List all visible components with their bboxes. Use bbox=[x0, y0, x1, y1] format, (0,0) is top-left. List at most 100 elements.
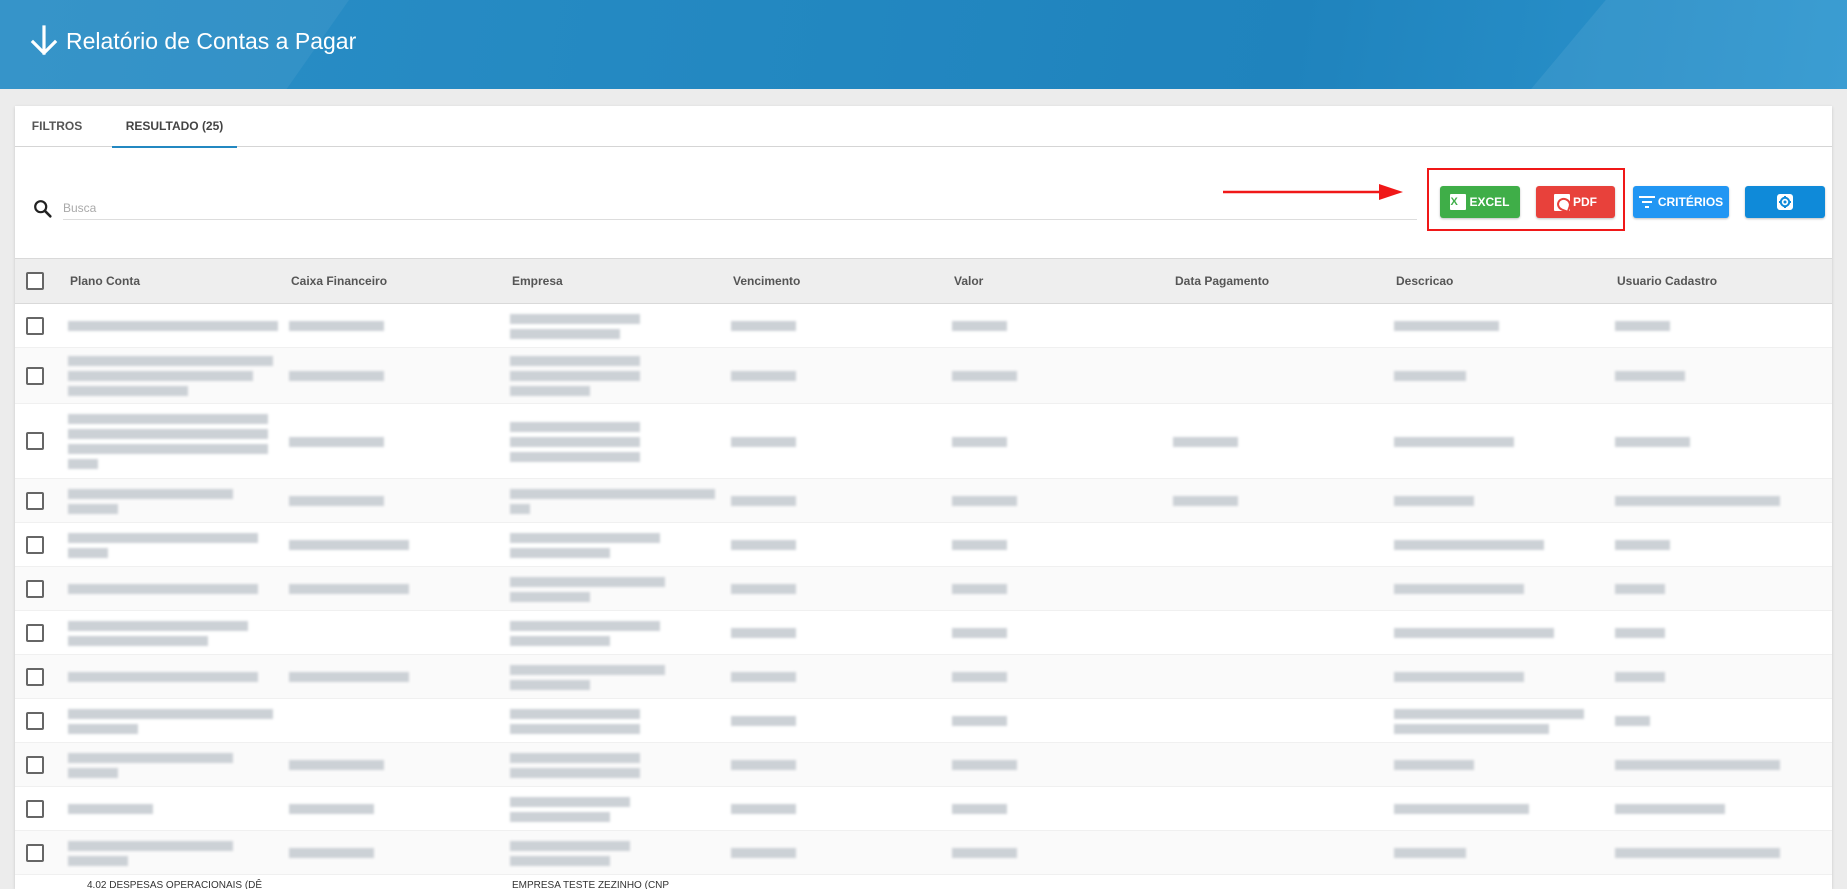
redacted-cell-text bbox=[1615, 371, 1685, 381]
redacted-cell-text bbox=[510, 811, 610, 822]
redacted-cell-text bbox=[1394, 540, 1544, 550]
redacted-cell-text bbox=[68, 635, 208, 646]
redacted-cell-text bbox=[510, 488, 715, 499]
redacted-cell-text bbox=[68, 708, 273, 719]
redacted-cell-text bbox=[1615, 672, 1665, 682]
table-row[interactable] bbox=[15, 523, 1832, 567]
row-checkbox[interactable] bbox=[26, 535, 44, 554]
row-checkbox[interactable] bbox=[26, 432, 44, 450]
redacted-cell-text bbox=[510, 386, 590, 396]
redacted-cell-text bbox=[289, 436, 384, 447]
search-input[interactable] bbox=[63, 196, 1417, 220]
row-checkbox[interactable] bbox=[26, 711, 44, 730]
redacted-cell-text bbox=[510, 436, 640, 447]
gear-icon bbox=[1777, 194, 1793, 210]
redacted-cell-text bbox=[510, 708, 640, 719]
column-header-data-pagamento[interactable]: Data Pagamento bbox=[1175, 259, 1269, 303]
redacted-cell-text bbox=[1394, 628, 1554, 638]
column-header-usuario-cadastro[interactable]: Usuario Cadastro bbox=[1617, 259, 1717, 303]
tab-bar: FILTROS RESULTADO (25) bbox=[15, 106, 1832, 148]
table-row[interactable] bbox=[15, 479, 1832, 523]
redacted-cell-text bbox=[68, 503, 118, 514]
search-icon bbox=[34, 200, 52, 218]
redacted-cell-text bbox=[68, 855, 128, 866]
column-header-valor[interactable]: Valor bbox=[954, 259, 983, 303]
table-row[interactable] bbox=[15, 787, 1832, 831]
row-checkbox[interactable] bbox=[26, 799, 44, 818]
table-row[interactable] bbox=[15, 567, 1832, 611]
redacted-cell-text bbox=[731, 672, 796, 682]
redacted-cell-text bbox=[1394, 436, 1514, 447]
row-checkbox[interactable] bbox=[26, 491, 44, 510]
column-header-empresa[interactable]: Empresa bbox=[512, 259, 563, 303]
row-checkbox[interactable] bbox=[26, 579, 44, 598]
row-checkbox[interactable] bbox=[26, 623, 44, 642]
table-row[interactable] bbox=[15, 348, 1832, 404]
tab-filtros[interactable]: FILTROS bbox=[25, 106, 89, 147]
redacted-cell-text bbox=[952, 672, 1007, 682]
redacted-cell-text bbox=[731, 628, 796, 638]
redacted-cell-text bbox=[1173, 436, 1238, 447]
row-checkbox[interactable] bbox=[26, 667, 44, 686]
redacted-cell-text bbox=[1394, 723, 1549, 734]
redacted-cell-text bbox=[68, 547, 108, 558]
redacted-cell-text bbox=[952, 760, 1017, 770]
redacted-cell-text bbox=[68, 620, 248, 631]
redacted-cell-text bbox=[952, 496, 1017, 506]
redacted-cell-text bbox=[952, 436, 1007, 447]
redacted-cell-text bbox=[68, 429, 268, 439]
redacted-cell-text bbox=[952, 716, 1007, 726]
column-header-descricao[interactable]: Descricao bbox=[1396, 259, 1453, 303]
redacted-cell-text bbox=[510, 503, 530, 514]
redacted-cell-text bbox=[1615, 321, 1670, 331]
excel-export-button[interactable]: X EXCEL bbox=[1440, 186, 1520, 218]
table-row[interactable] bbox=[15, 831, 1832, 875]
redacted-cell-text bbox=[68, 767, 118, 778]
criteria-button-label: CRITÉRIOS bbox=[1657, 195, 1724, 209]
redacted-cell-text bbox=[510, 356, 640, 366]
tab-resultado[interactable]: RESULTADO (25) bbox=[112, 106, 237, 148]
redacted-cell-text bbox=[289, 760, 384, 770]
redacted-cell-text bbox=[510, 313, 640, 324]
redacted-cell-text bbox=[289, 540, 409, 550]
redacted-cell-text bbox=[731, 496, 796, 506]
redacted-cell-text bbox=[1615, 716, 1650, 726]
redacted-cell-text bbox=[1615, 496, 1780, 506]
row-checkbox[interactable] bbox=[26, 755, 44, 774]
row-checkbox[interactable] bbox=[26, 316, 44, 335]
excel-icon: X bbox=[1450, 194, 1467, 210]
select-all-checkbox[interactable] bbox=[26, 272, 44, 290]
redacted-cell-text bbox=[1394, 848, 1466, 858]
pdf-export-button[interactable]: PDF bbox=[1536, 186, 1615, 218]
redacted-cell-text bbox=[68, 532, 258, 543]
header-title-group: Relatório de Contas a Pagar bbox=[28, 24, 356, 58]
table-row[interactable] bbox=[15, 655, 1832, 699]
table-row[interactable] bbox=[15, 699, 1832, 743]
settings-button[interactable] bbox=[1745, 186, 1825, 218]
redacted-cell-text bbox=[68, 371, 253, 381]
criteria-button[interactable]: CRITÉRIOS bbox=[1633, 186, 1729, 218]
annotation-arrow bbox=[1223, 184, 1403, 200]
table-row[interactable]: 4.02 DESPESAS OPERACIONAIS (DÊ EMPRESA TE… bbox=[15, 875, 1832, 889]
row-checkbox[interactable] bbox=[26, 366, 44, 385]
table-row[interactable] bbox=[15, 743, 1832, 787]
redacted-cell-text bbox=[510, 547, 610, 558]
redacted-cell-text bbox=[510, 421, 640, 432]
redacted-cell-text bbox=[68, 414, 268, 424]
redacted-cell-text bbox=[68, 584, 258, 594]
redacted-cell-text bbox=[1394, 584, 1524, 594]
redacted-cell-text bbox=[510, 679, 590, 690]
table-row[interactable] bbox=[15, 404, 1832, 479]
table-row[interactable] bbox=[15, 304, 1832, 348]
redacted-cell-text bbox=[1394, 371, 1466, 381]
redacted-cell-text bbox=[510, 620, 660, 631]
results-table: Plano Conta Caixa Financeiro Empresa Ven… bbox=[15, 258, 1832, 889]
redacted-cell-text bbox=[68, 723, 138, 734]
column-header-vencimento[interactable]: Vencimento bbox=[733, 259, 800, 303]
pdf-button-label: PDF bbox=[1573, 195, 1597, 209]
table-row[interactable] bbox=[15, 611, 1832, 655]
column-header-caixa-financeiro[interactable]: Caixa Financeiro bbox=[291, 259, 387, 303]
column-header-plano-conta[interactable]: Plano Conta bbox=[70, 259, 140, 303]
redacted-cell-text bbox=[68, 459, 98, 469]
row-checkbox[interactable] bbox=[26, 843, 44, 862]
